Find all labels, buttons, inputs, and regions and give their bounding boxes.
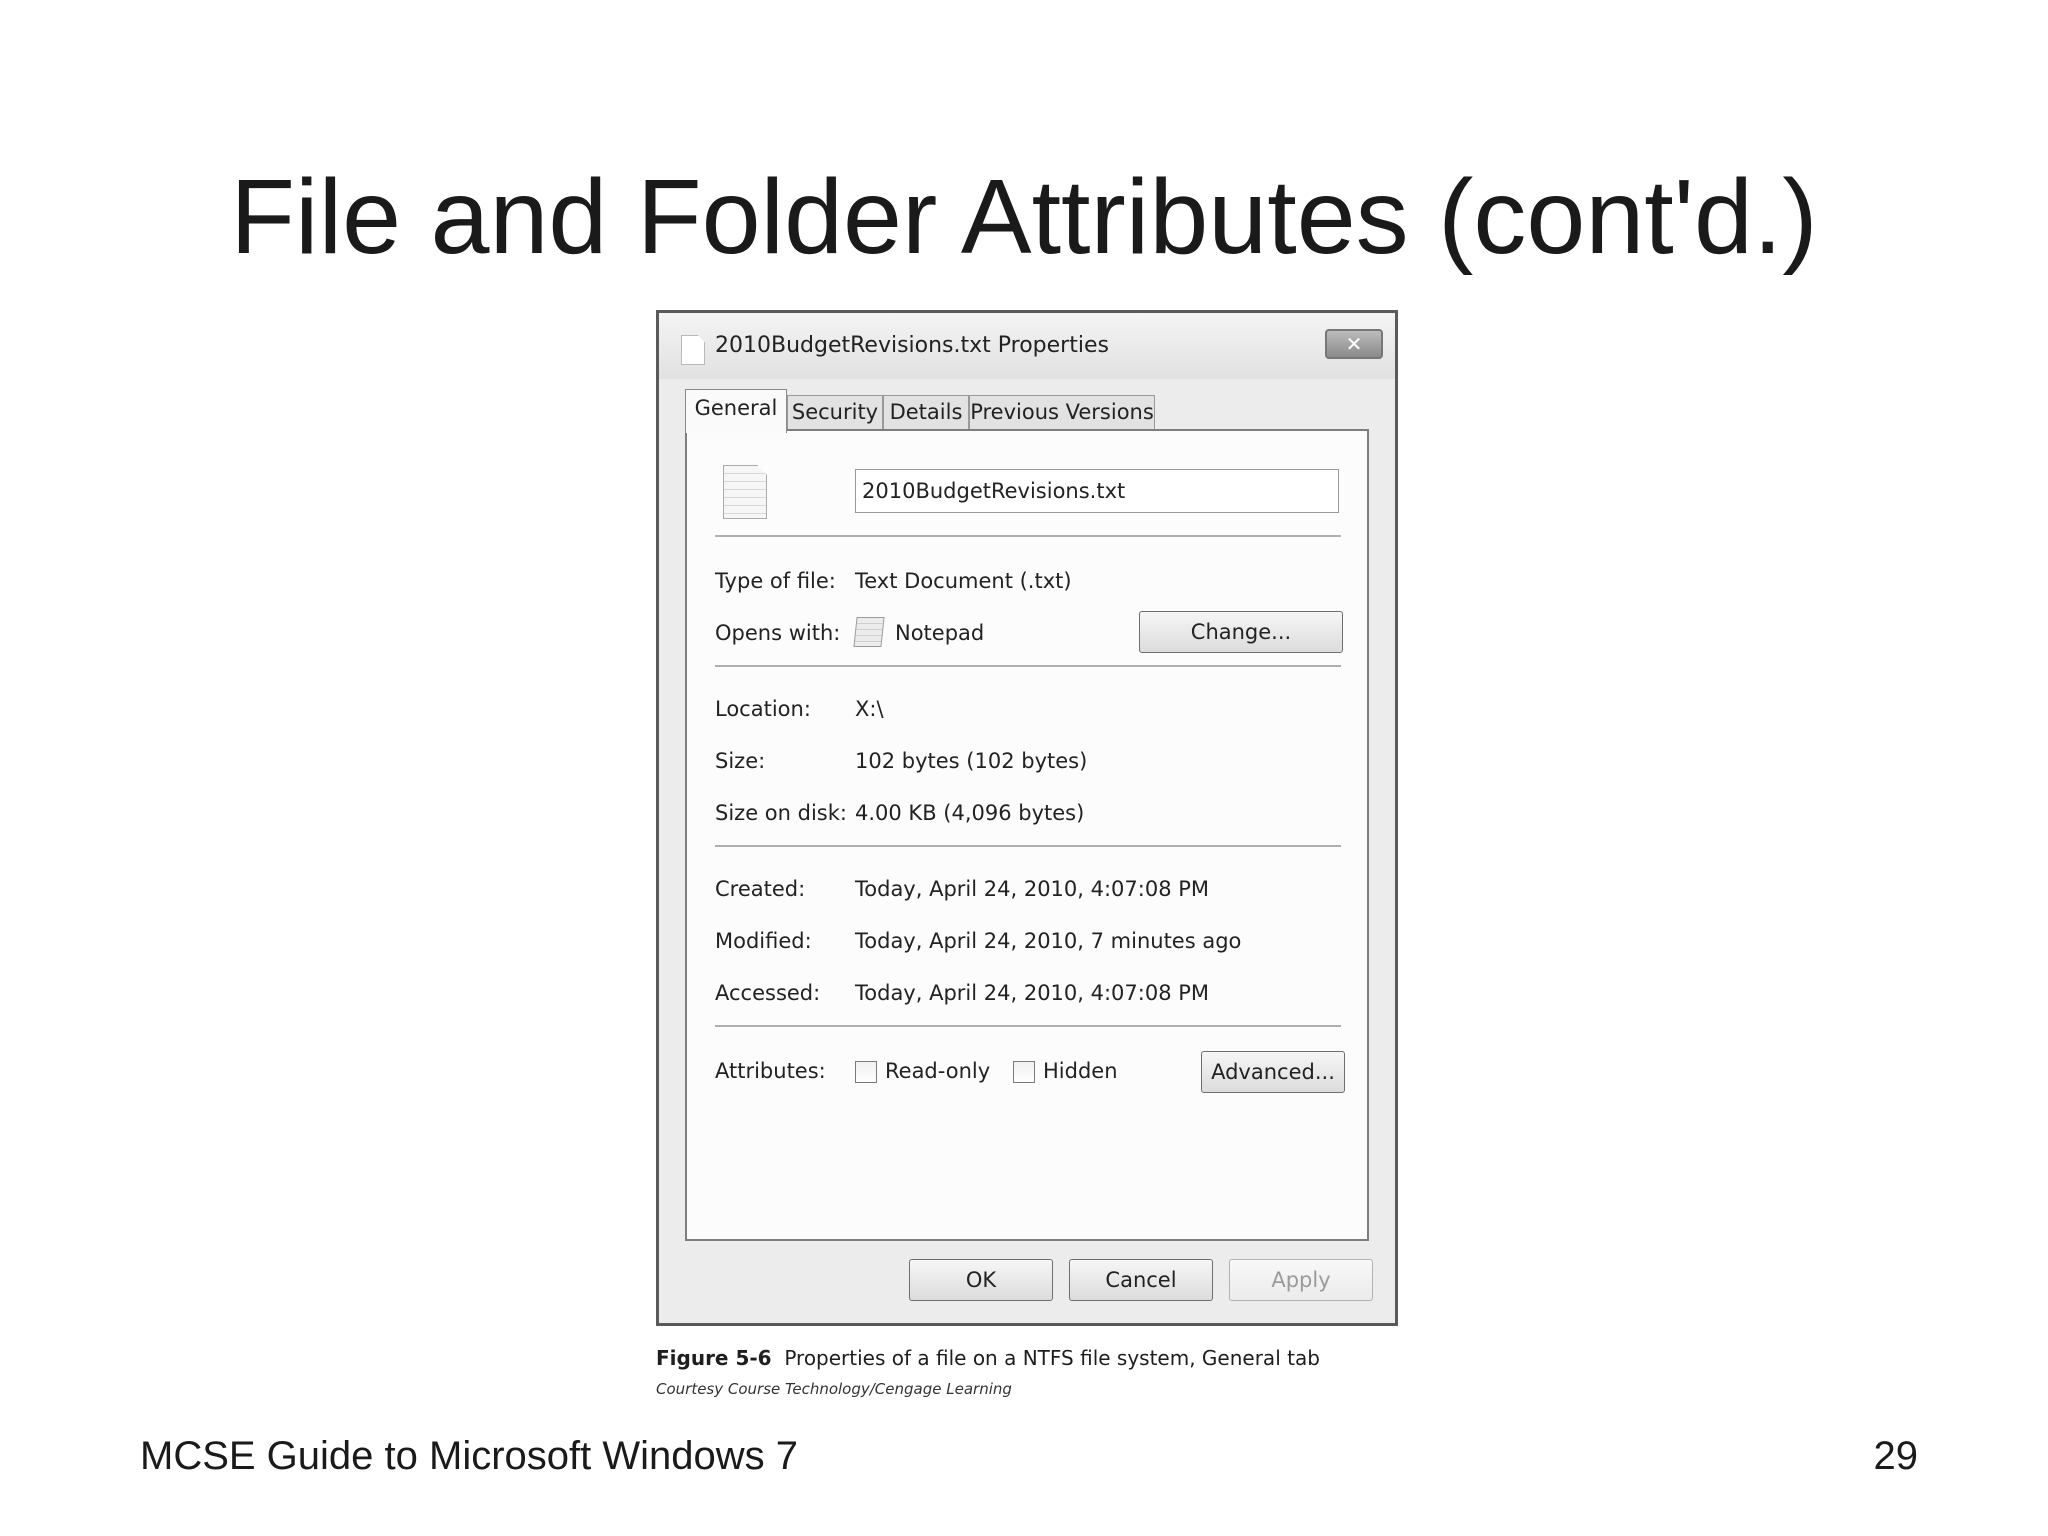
- change-button[interactable]: Change...: [1139, 611, 1343, 653]
- slide-footer: MCSE Guide to Microsoft Windows 7: [140, 1434, 798, 1478]
- tab-details[interactable]: Details: [883, 395, 969, 429]
- file-icon: [681, 335, 705, 365]
- dialog-title: 2010BudgetRevisions.txt Properties: [715, 333, 1109, 358]
- ok-button[interactable]: OK: [909, 1259, 1053, 1301]
- accessed-value: Today, April 24, 2010, 4:07:08 PM: [855, 981, 1210, 1005]
- type-of-file-value: Text Document (.txt): [855, 569, 1072, 593]
- divider: [715, 665, 1341, 667]
- tab-security[interactable]: Security: [787, 395, 883, 429]
- close-button[interactable]: ✕: [1325, 329, 1383, 359]
- modified-value: Today, April 24, 2010, 7 minutes ago: [855, 929, 1242, 953]
- attributes-label: Attributes:: [715, 1059, 826, 1083]
- page-number: 29: [1873, 1434, 1919, 1478]
- read-only-checkbox[interactable]: [855, 1061, 877, 1083]
- figure-number: Figure 5-6: [656, 1346, 772, 1370]
- tab-previous-versions[interactable]: Previous Versions: [969, 395, 1155, 429]
- created-value: Today, April 24, 2010, 4:07:08 PM: [855, 877, 1210, 901]
- cancel-button[interactable]: Cancel: [1069, 1259, 1213, 1301]
- text-document-icon: [723, 465, 767, 519]
- divider: [715, 535, 1341, 537]
- divider: [715, 1025, 1341, 1027]
- file-name-field[interactable]: [855, 469, 1339, 513]
- notepad-icon: [853, 617, 885, 647]
- slide-title: File and Folder Attributes (cont'd.): [230, 158, 1818, 276]
- general-tab-panel: Type of file: Text Document (.txt) Opens…: [685, 429, 1369, 1241]
- tab-general[interactable]: General: [685, 389, 787, 433]
- created-label: Created:: [715, 877, 806, 901]
- divider: [715, 845, 1341, 847]
- hidden-label: Hidden: [1043, 1059, 1118, 1083]
- dialog-title-bar[interactable]: 2010BudgetRevisions.txt Properties ✕: [659, 313, 1395, 379]
- size-value: 102 bytes (102 bytes): [855, 749, 1088, 773]
- size-on-disk-label: Size on disk:: [715, 801, 847, 825]
- advanced-button[interactable]: Advanced...: [1201, 1051, 1345, 1093]
- close-icon: ✕: [1345, 332, 1363, 356]
- read-only-label: Read-only: [885, 1059, 991, 1083]
- figure-caption: Figure 5-6 Properties of a file on a NTF…: [656, 1346, 1320, 1370]
- figure-caption-text: Properties of a file on a NTFS file syst…: [784, 1346, 1320, 1370]
- apply-button[interactable]: Apply: [1229, 1259, 1373, 1301]
- file-properties-dialog: 2010BudgetRevisions.txt Properties ✕ Gen…: [656, 310, 1398, 1326]
- size-on-disk-value: 4.00 KB (4,096 bytes): [855, 801, 1085, 825]
- location-label: Location:: [715, 697, 811, 721]
- type-of-file-label: Type of file:: [715, 569, 836, 593]
- opens-with-label: Opens with:: [715, 621, 841, 645]
- location-value: X:\: [855, 697, 884, 721]
- opens-with-value: Notepad: [895, 621, 985, 645]
- size-label: Size:: [715, 749, 766, 773]
- accessed-label: Accessed:: [715, 981, 821, 1005]
- hidden-checkbox[interactable]: [1013, 1061, 1035, 1083]
- modified-label: Modified:: [715, 929, 812, 953]
- figure-credit: Courtesy Course Technology/Cengage Learn…: [656, 1380, 1012, 1398]
